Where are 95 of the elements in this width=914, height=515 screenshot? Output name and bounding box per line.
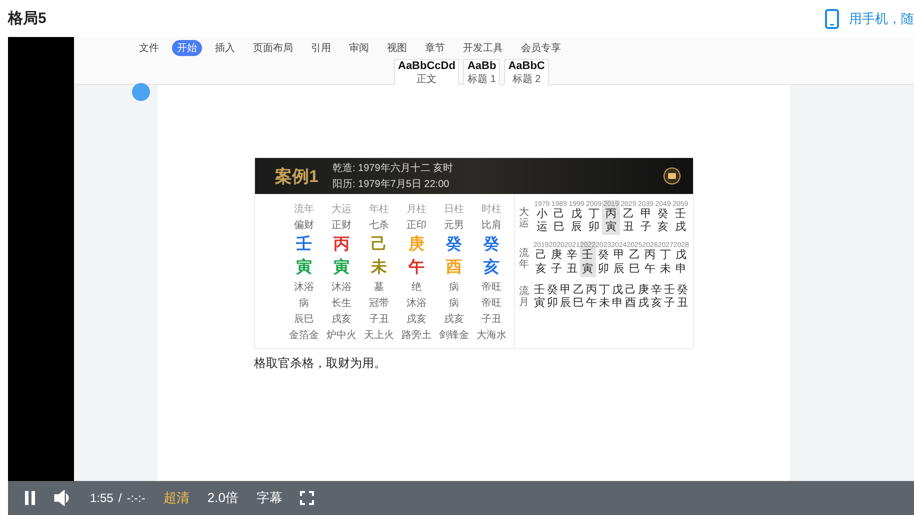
play-button[interactable] (24, 491, 36, 505)
pillar-cell[interactable]: 癸 卯 (546, 282, 560, 312)
pillar-heading: 年柱 (368, 202, 390, 216)
void-branches: 戌亥 (330, 312, 352, 326)
pillar-cell[interactable]: 丁 未 (598, 282, 612, 312)
mobile-link[interactable]: 用手机，随 (849, 10, 914, 28)
self-seat: 帝旺 (472, 296, 510, 310)
pause-icon (24, 491, 36, 505)
star-luck: 沐浴 (292, 280, 315, 294)
quality-button[interactable]: 超清 (163, 489, 190, 507)
self-seat: 病 (285, 296, 323, 310)
menu-tab[interactable]: 插入 (210, 40, 240, 56)
heavenly-stem: 己 (370, 235, 388, 255)
ten-god: 七杀 (368, 218, 390, 232)
speed-button[interactable]: 2.0倍 (207, 489, 238, 507)
birth-info: 阳历: 1979年7月5日 22:00 (332, 178, 450, 191)
pillar-cell[interactable]: 戊 申 (611, 282, 624, 312)
ten-god: 正财 (330, 218, 352, 232)
star-luck: 墓 (372, 280, 385, 294)
heavenly-stem: 壬 (294, 234, 313, 255)
emblem-icon (663, 167, 681, 185)
menu-tab[interactable]: 页面布局 (248, 40, 298, 56)
volume-icon[interactable] (54, 490, 72, 506)
heavenly-stem: 癸 (444, 234, 463, 255)
section-label: 大运 (519, 206, 530, 231)
pillar-cell[interactable]: 辛 亥 (650, 282, 664, 312)
pillar-heading: 流年 (292, 202, 315, 216)
menu-tab[interactable]: 开始 (172, 40, 202, 56)
current-time: 1:55 (90, 491, 114, 505)
heavenly-stem: 庚 (407, 234, 426, 255)
nayin: 剑锋金 (438, 329, 470, 342)
pillar-cell[interactable]: 甲 辰 (559, 282, 572, 312)
void-branches: 戌亥 (442, 312, 465, 326)
nayin: 路旁土 (400, 328, 432, 342)
nayin: 炉中火 (325, 328, 358, 342)
pillar-cell[interactable]: 乙 巳 (572, 282, 586, 312)
menu-tab[interactable]: 开发工具 (458, 40, 508, 56)
case-title: 案例1 (275, 166, 318, 188)
heavenly-stem: 丙 (332, 235, 350, 255)
pillar-heading: 大运 (330, 202, 352, 216)
menu-tab[interactable]: 视图 (382, 40, 412, 56)
menu-tab[interactable]: 引用 (306, 40, 336, 56)
fullscreen-icon[interactable] (300, 491, 314, 505)
style-preset[interactable]: AaBb 标题 1 (463, 59, 500, 87)
menu-tab[interactable]: 会员专享 (516, 40, 566, 56)
ten-god: 比肩 (480, 218, 502, 232)
void-branches: 辰巳 (292, 313, 315, 326)
menu-tab[interactable]: 审阅 (344, 40, 374, 56)
caption-text: 格取官杀格，取财为用。 (254, 355, 386, 372)
birth-info: 乾造: 1979年六月十二 亥时 (332, 162, 454, 175)
nayin: 金箔金 (288, 329, 320, 342)
section-label: 流年 (519, 246, 530, 272)
nayin: 天上火 (362, 328, 395, 342)
ten-god: 元男 (442, 219, 465, 232)
ten-god: 偏财 (292, 218, 315, 232)
style-preset[interactable]: AaBbC 标题 2 (504, 59, 549, 87)
pillar-heading: 月柱 (405, 202, 428, 216)
earthly-branch: 寅 (332, 257, 350, 278)
self-seat: 长生 (322, 296, 360, 310)
heavenly-stem: 癸 (482, 234, 500, 255)
star-luck: 沐浴 (330, 280, 352, 294)
star-luck: 病 (448, 280, 460, 294)
nayin: 大海水 (475, 328, 508, 342)
pillar-cell[interactable]: 庚 戌 (637, 282, 650, 312)
pillar-cell[interactable]: 壬 子 (663, 282, 676, 312)
self-seat: 冠带 (360, 296, 398, 310)
self-seat: 沐浴 (398, 296, 436, 310)
earthly-branch: 未 (370, 258, 388, 278)
earthly-branch: 酉 (444, 258, 463, 278)
style-preset[interactable]: AaBbCcDd 正文 (394, 59, 460, 87)
floating-button[interactable] (132, 83, 150, 101)
menu-tab[interactable]: 章节 (420, 40, 450, 56)
section-label: 流月 (519, 284, 530, 310)
earthly-branch: 寅 (294, 257, 313, 278)
time-separator: / (118, 491, 122, 505)
pillar-cell[interactable]: 己 酉 (624, 282, 638, 312)
pillar-heading: 时柱 (480, 202, 502, 216)
phone-icon[interactable] (825, 8, 839, 28)
duration: -:-:- (126, 491, 146, 505)
subtitles-button[interactable]: 字幕 (256, 489, 282, 507)
self-seat: 病 (435, 296, 473, 310)
ten-god: 正印 (405, 218, 428, 232)
earthly-branch: 午 (407, 258, 426, 278)
void-branches: 子丑 (368, 313, 390, 326)
page-title: 格局5 (8, 9, 46, 28)
void-branches: 戌亥 (405, 312, 428, 326)
pillar-heading: 日柱 (442, 202, 465, 216)
earthly-branch: 亥 (482, 257, 500, 278)
star-luck: 帝旺 (480, 280, 502, 294)
pillar-cell[interactable]: 癸 丑 (676, 282, 690, 312)
menu-tab[interactable]: 文件 (134, 40, 164, 56)
star-luck: 绝 (410, 281, 422, 294)
pillar-cell[interactable]: 壬 寅 (533, 282, 546, 312)
pillar-cell[interactable]: 丙 午 (585, 282, 598, 312)
void-branches: 子丑 (480, 313, 502, 326)
